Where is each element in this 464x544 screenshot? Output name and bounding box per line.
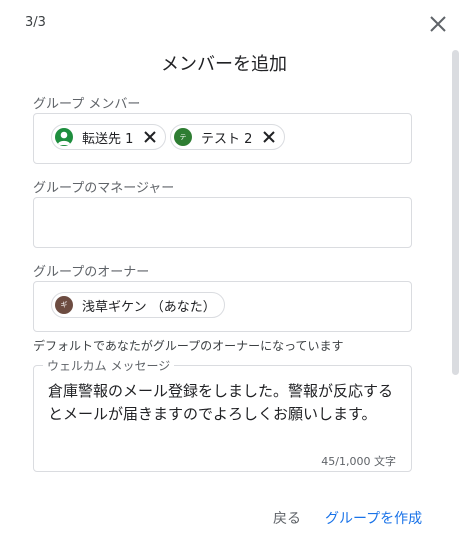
- owners-input[interactable]: ギ 浅草ギケン （あなた）: [33, 281, 412, 332]
- person-icon: [57, 131, 71, 145]
- members-input[interactable]: 転送先 1 テ テスト 2: [33, 113, 412, 164]
- chip-label: 浅草ギケン （あなた）: [82, 299, 216, 315]
- owners-label: グループのオーナー: [33, 265, 150, 280]
- character-counter: 45/1,000 文字: [321, 455, 396, 468]
- avatar: ギ: [55, 296, 73, 314]
- avatar: [55, 128, 73, 146]
- create-group-button[interactable]: グループを作成: [325, 508, 422, 528]
- owner-chip: ギ 浅草ギケン （あなた）: [51, 292, 225, 318]
- remove-chip-icon[interactable]: [262, 130, 276, 144]
- scrollbar[interactable]: [452, 50, 459, 375]
- managers-label: グループのマネージャー: [33, 181, 175, 196]
- chip-label: テスト 2: [201, 131, 253, 147]
- remove-chip-icon[interactable]: [143, 130, 157, 144]
- member-chip-2[interactable]: テ テスト 2: [170, 124, 285, 150]
- managers-input[interactable]: [33, 197, 412, 248]
- member-chip-1[interactable]: 転送先 1: [51, 124, 166, 150]
- close-icon[interactable]: [428, 14, 448, 34]
- step-indicator: 3/3: [25, 15, 46, 30]
- welcome-message-label: ウェルカム メッセージ: [43, 357, 175, 374]
- welcome-message-text[interactable]: 倉庫警報のメール登録をしました。警報が反応するとメールが届きますのでよろしくお願…: [48, 380, 398, 426]
- owner-hint: デフォルトであなたがグループのオーナーになっています: [33, 339, 344, 353]
- chip-label: 転送先 1: [82, 131, 134, 147]
- members-label: グループ メンバー: [33, 97, 141, 112]
- back-button[interactable]: 戻る: [273, 508, 301, 528]
- dialog-title: メンバーを追加: [161, 54, 287, 75]
- avatar: テ: [174, 128, 192, 146]
